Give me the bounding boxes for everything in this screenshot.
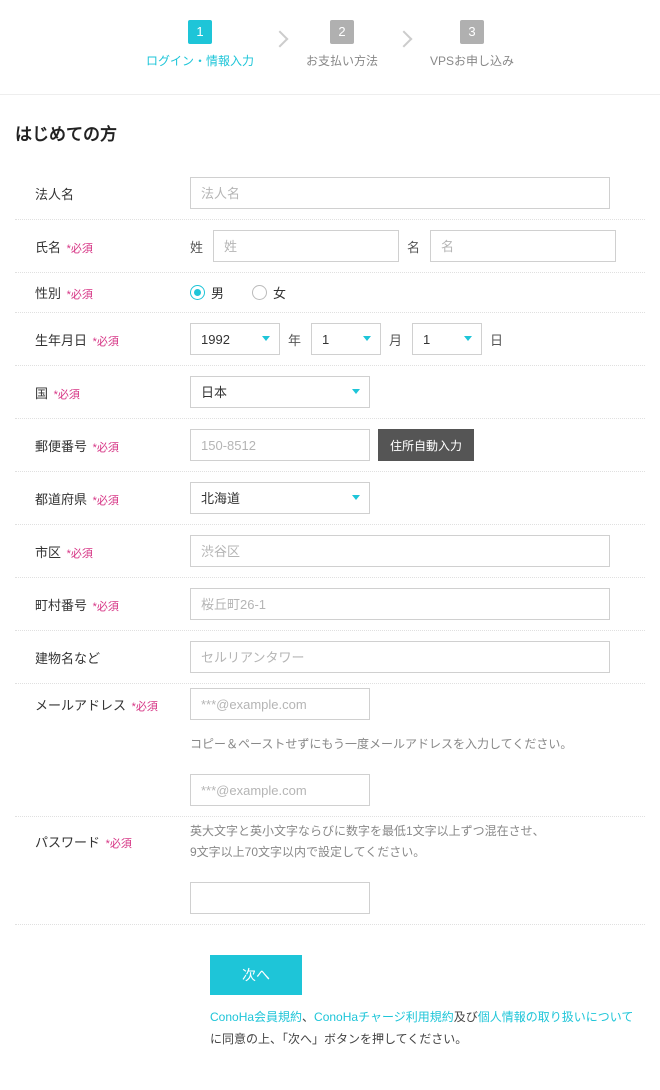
label-birth: 生年月日 [35,333,87,348]
firstname-input[interactable] [430,230,616,262]
label-city: 市区 [35,545,61,560]
email-confirm-input[interactable] [190,774,370,806]
label-company: 法人名 [35,187,74,202]
radio-icon [190,285,205,300]
label-pref: 都道府県 [35,492,87,507]
label-address: 町村番号 [35,598,87,613]
email-input[interactable] [190,688,370,720]
prefecture-select[interactable]: 北海道 [190,482,370,514]
progress-steps: 1 ログイン・情報入力 2 お支払い方法 3 VPSお申し込み [0,0,660,95]
required-badge: *必須 [106,838,132,850]
radio-female-label: 女 [273,283,286,302]
month-select[interactable]: 1 [311,323,381,355]
required-badge: *必須 [67,289,93,301]
row-city: 市区 *必須 [15,525,645,578]
row-password-hint: パスワード *必須 英大文字と英小文字ならびに数字を最低1文字以上ずつ混在させ、… [15,817,645,872]
radio-male-label: 男 [211,283,224,302]
row-gender: 性別 *必須 男 女 [15,273,645,313]
row-email-confirm [15,764,645,817]
email-confirm-hint: コピー＆ペーストせずにもう一度メールアドレスを入力してください。 [190,734,572,754]
row-company: 法人名 [15,167,645,220]
terms-link-3[interactable]: 個人情報の取り扱いについて [478,1010,634,1024]
step-3-num: 3 [460,20,484,44]
company-input[interactable] [190,177,610,209]
step-3: 3 VPSお申し込み [430,20,514,69]
chevron-right-icon [271,30,288,47]
building-input[interactable] [190,641,610,673]
sublabel-day: 日 [490,330,503,349]
row-email: メールアドレス *必須 [15,684,645,730]
country-select[interactable]: 日本 [190,376,370,408]
row-country: 国 *必須 日本 [15,366,645,419]
step-1-num: 1 [188,20,212,44]
password-input[interactable] [190,882,370,914]
radio-female[interactable]: 女 [252,283,286,302]
terms-link-1[interactable]: ConoHa会員規約 [210,1010,302,1024]
label-country: 国 [35,386,48,401]
label-email: メールアドレス [35,698,126,713]
radio-icon [252,285,267,300]
step-1-label: ログイン・情報入力 [146,52,254,69]
required-badge: *必須 [93,336,119,348]
row-birth: 生年月日 *必須 1992 年 1 月 1 日 [15,313,645,366]
step-3-label: VPSお申し込み [430,52,514,69]
password-hint-1: 英大文字と英小文字ならびに数字を最低1文字以上ずつ混在させ、 [190,821,645,841]
sublabel-year: 年 [288,330,301,349]
postal-input[interactable] [190,429,370,461]
terms-link-2[interactable]: ConoHaチャージ利用規約 [314,1010,454,1024]
radio-male[interactable]: 男 [190,283,224,302]
required-badge: *必須 [67,548,93,560]
required-badge: *必須 [93,442,119,454]
page-title: はじめての方 [15,120,645,145]
autofill-address-button[interactable]: 住所自動入力 [378,429,474,461]
lastname-input[interactable] [213,230,399,262]
day-select[interactable]: 1 [412,323,482,355]
required-badge: *必須 [67,243,93,255]
password-hint-2: 9文字以上70文字以内で設定してください。 [190,842,645,862]
row-postal: 郵便番号 *必須 住所自動入力 [15,419,645,472]
label-building: 建物名など [35,651,100,666]
row-name: 氏名 *必須 姓 名 [15,220,645,273]
sublabel-firstname: 名 [407,237,420,256]
row-email-hint: コピー＆ペーストせずにもう一度メールアドレスを入力してください。 [15,730,645,764]
address-input[interactable] [190,588,610,620]
chevron-right-icon [396,30,413,47]
step-1: 1 ログイン・情報入力 [146,20,254,69]
terms-text: ConoHa会員規約、ConoHaチャージ利用規約及び個人情報の取り扱いについて… [210,1007,645,1050]
label-name: 氏名 [35,240,61,255]
required-badge: *必須 [132,701,158,713]
row-pref: 都道府県 *必須 北海道 [15,472,645,525]
city-input[interactable] [190,535,610,567]
required-badge: *必須 [93,601,119,613]
label-postal: 郵便番号 [35,439,87,454]
sublabel-month: 月 [389,330,402,349]
required-badge: *必須 [54,389,80,401]
label-password: パスワード [35,835,100,850]
row-password [15,872,645,925]
next-button[interactable]: 次へ [210,955,302,995]
label-gender: 性別 [35,286,61,301]
row-building: 建物名など [15,631,645,684]
required-badge: *必須 [93,495,119,507]
row-address: 町村番号 *必須 [15,578,645,631]
step-2-label: お支払い方法 [306,52,378,69]
step-2: 2 お支払い方法 [306,20,378,69]
sublabel-lastname: 姓 [190,237,203,256]
step-2-num: 2 [330,20,354,44]
year-select[interactable]: 1992 [190,323,280,355]
